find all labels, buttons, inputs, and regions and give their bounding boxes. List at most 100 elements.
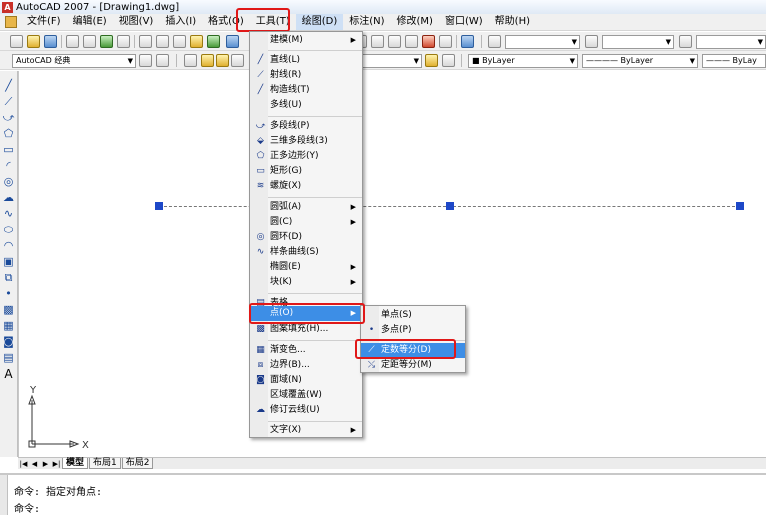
- menu-item-circle[interactable]: 圆(C) ▶: [250, 215, 362, 230]
- match-properties-icon[interactable]: [190, 35, 203, 48]
- menu-item-text[interactable]: 文字(X) ▶: [250, 423, 362, 438]
- table-icon[interactable]: ▤: [2, 351, 15, 364]
- text-style-combo[interactable]: ▼: [505, 35, 580, 49]
- arc-icon[interactable]: ◜: [2, 159, 15, 172]
- menu-item-polyline[interactable]: ⤻ 多段线(P): [250, 119, 362, 134]
- menu-item-gradient[interactable]: ▦ 渐变色...: [250, 343, 362, 358]
- tool-palettes-icon[interactable]: [388, 35, 401, 48]
- menu-item-rectangle[interactable]: ▭ 矩形(G): [250, 164, 362, 179]
- menu-item-helix[interactable]: ≋ 螺旋(X): [250, 179, 362, 194]
- menu-help[interactable]: 帮助(H): [489, 14, 536, 30]
- table-style-combo[interactable]: ▼: [696, 35, 766, 49]
- menu-item-multiple-points[interactable]: • 多点(P): [361, 323, 465, 338]
- menu-insert[interactable]: 插入(I): [159, 14, 202, 30]
- sheet-set-icon[interactable]: [405, 35, 418, 48]
- insert-block-icon[interactable]: ▣: [2, 255, 15, 268]
- polygon-icon[interactable]: ⬠: [2, 127, 15, 140]
- tab-next-icon[interactable]: ▶: [40, 459, 51, 469]
- layer-properties-icon[interactable]: [184, 54, 197, 67]
- menu-item-construction-line[interactable]: ╱ 构造线(T): [250, 83, 362, 98]
- menu-dimension[interactable]: 标注(N): [343, 14, 390, 30]
- markup-icon[interactable]: [422, 35, 435, 48]
- menu-item-3d-polyline[interactable]: ⬙ 三维多段线(3): [250, 134, 362, 149]
- ellipse-icon[interactable]: ⬭: [2, 223, 15, 236]
- menu-item-hatch[interactable]: ▩ 图案填充(H)...: [250, 322, 362, 337]
- cut-icon[interactable]: [139, 35, 152, 48]
- menu-item-modeling[interactable]: 建模(M) ▶: [250, 33, 362, 48]
- save-icon[interactable]: [44, 35, 57, 48]
- block-editor-icon[interactable]: [207, 35, 220, 48]
- menu-window[interactable]: 窗口(W): [439, 14, 489, 30]
- revcloud-icon[interactable]: ☁: [2, 191, 15, 204]
- menu-format[interactable]: 格式(O): [202, 14, 250, 30]
- menu-modify[interactable]: 修改(M): [391, 14, 439, 30]
- ellipse-arc-icon[interactable]: ◠: [2, 239, 15, 252]
- menu-item-point[interactable]: 点(O) ▶: [250, 306, 362, 321]
- multiline-text-icon[interactable]: A: [2, 368, 15, 381]
- menu-item-block[interactable]: 块(K) ▶: [250, 275, 362, 290]
- open-icon[interactable]: [27, 35, 40, 48]
- workspace-combo[interactable]: AutoCAD 经典 ▼: [12, 54, 136, 68]
- autocad-app-icon[interactable]: A: [2, 1, 13, 13]
- tab-model[interactable]: 模型: [62, 458, 89, 469]
- design-center-icon[interactable]: [371, 35, 384, 48]
- menu-item-revcloud[interactable]: ☁ 修订云线(U): [250, 403, 362, 418]
- drawing-canvas[interactable]: [18, 71, 766, 457]
- menu-item-single-point[interactable]: 单点(S): [361, 308, 465, 323]
- menu-item-measure[interactable]: ⤯ 定距等分(M): [361, 358, 465, 373]
- menu-item-line[interactable]: ╱ 直线(L): [250, 53, 362, 68]
- rectangle-icon[interactable]: ▭: [2, 143, 15, 156]
- text-style-icon[interactable]: [488, 35, 501, 48]
- menu-draw[interactable]: 绘图(D): [295, 14, 344, 30]
- layer-freeze-icon[interactable]: [216, 54, 229, 67]
- tab-prev-icon[interactable]: ◀: [29, 459, 40, 469]
- menu-edit[interactable]: 编辑(E): [67, 14, 113, 30]
- layer-lock-icon[interactable]: [231, 54, 244, 67]
- tab-first-icon[interactable]: |◀: [18, 459, 29, 469]
- menu-item-arc[interactable]: 圆弧(A) ▶: [250, 200, 362, 215]
- table-style-icon[interactable]: [679, 35, 692, 48]
- publish-icon[interactable]: [100, 35, 113, 48]
- construction-line-icon[interactable]: ⟋: [2, 95, 15, 108]
- menu-view[interactable]: 视图(V): [113, 14, 160, 30]
- paste-icon[interactable]: [173, 35, 186, 48]
- linetype-combo[interactable]: ———— ByLayer ▼: [582, 54, 698, 68]
- copy-icon[interactable]: [156, 35, 169, 48]
- menu-item-boundary[interactable]: ⧈ 边界(B)...: [250, 358, 362, 373]
- layer-previous-icon[interactable]: [442, 54, 455, 67]
- menu-item-region[interactable]: ◙ 面域(N): [250, 373, 362, 388]
- spline-icon[interactable]: ∿: [2, 207, 15, 220]
- tab-last-icon[interactable]: ▶|: [51, 459, 62, 469]
- print-icon[interactable]: [66, 35, 79, 48]
- gradient-icon[interactable]: ▦: [2, 319, 15, 332]
- command-window-handle[interactable]: [0, 475, 8, 515]
- point-icon[interactable]: •: [2, 287, 15, 300]
- menu-item-spline[interactable]: ∿ 样条曲线(S): [250, 245, 362, 260]
- line-grip-end[interactable]: [736, 202, 744, 210]
- command-prompt[interactable]: 命令:: [14, 500, 40, 515]
- menu-item-polygon[interactable]: ⬠ 正多边形(Y): [250, 149, 362, 164]
- make-block-icon[interactable]: ⧉: [2, 271, 15, 284]
- region-icon[interactable]: ◙: [2, 335, 15, 348]
- color-combo[interactable]: ■ ByLayer ▼: [468, 54, 578, 68]
- new-icon[interactable]: [10, 35, 23, 48]
- layer-on-icon[interactable]: [201, 54, 214, 67]
- tab-layout2[interactable]: 布局2: [121, 458, 154, 469]
- dim-style-icon[interactable]: [585, 35, 598, 48]
- line-grip-start[interactable]: [155, 202, 163, 210]
- circle-icon[interactable]: ◎: [2, 175, 15, 188]
- plot-preview-icon[interactable]: [83, 35, 96, 48]
- line-grip-mid[interactable]: [446, 202, 454, 210]
- menu-item-donut[interactable]: ◎ 圆环(D): [250, 230, 362, 245]
- menu-item-divide[interactable]: ⟋ 定数等分(D): [361, 343, 465, 358]
- my-workspace-icon[interactable]: [156, 54, 169, 67]
- menu-item-multiline[interactable]: 多线(U): [250, 98, 362, 113]
- line-icon[interactable]: ╱: [2, 79, 15, 92]
- menu-tools[interactable]: 工具(T): [250, 14, 296, 30]
- undo-icon[interactable]: [226, 35, 239, 48]
- tab-layout1[interactable]: 布局1: [89, 458, 121, 469]
- quickcalc-icon[interactable]: [439, 35, 452, 48]
- menu-item-ellipse[interactable]: 椭圆(E) ▶: [250, 260, 362, 275]
- document-menu-icon[interactable]: [5, 16, 17, 28]
- 3d-dwf-icon[interactable]: [117, 35, 130, 48]
